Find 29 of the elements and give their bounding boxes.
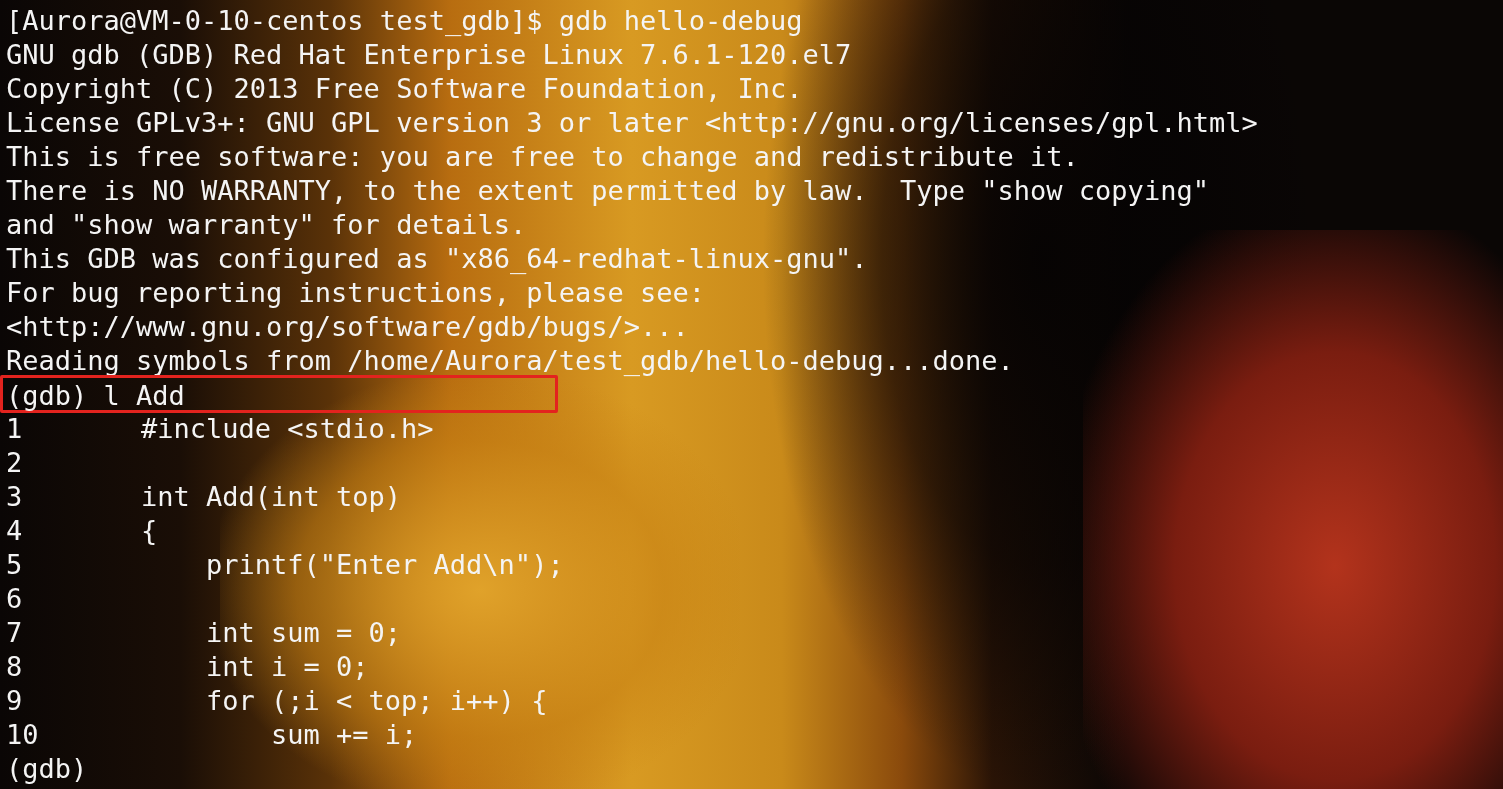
terminal-line: GNU gdb (GDB) Red Hat Enterprise Linux 7.6.1-120.el7 [6,38,852,72]
line-number: 5 [6,548,24,582]
line-number: 10 [6,718,40,752]
code-line: sum += i; [270,718,418,752]
code-line: int i = 0; [205,650,369,684]
code-line: #include <stdio.h> [141,412,434,446]
code-line: int Add(int top) [141,480,402,514]
terminal-line: This is free software: you are free to change and redistribute it. [6,140,1079,174]
code-line: printf("Enter Add\n"); [205,548,564,582]
line-number: 1 [6,412,24,446]
terminal-line: There is NO WARRANTY, to the extent permitted by law. Type "show copying" [6,174,1209,208]
terminal-line: <http://www.gnu.org/software/gdb/bugs/>... [6,310,689,344]
terminal-line: [Aurora@VM-0-10-centos test_gdb]$ gdb hello-debug [6,4,803,38]
terminal-line: (gdb) [6,752,88,786]
line-number: 2 [6,446,24,480]
code-line: int sum = 0; [205,616,402,650]
terminal-line: This GDB was configured as "x86_64-redhat-linux-gnu". [6,242,868,276]
highlighted-command: (gdb) l Add [0,375,558,413]
code-line: for (;i < top; i++) { [205,684,548,718]
line-number: 4 [6,514,24,548]
code-line: { [141,514,158,548]
terminal-line: For bug reporting instructions, please see: [6,276,705,310]
line-number: 7 [6,616,24,650]
line-number: 8 [6,650,24,684]
line-number: 9 [6,684,24,718]
line-number: 6 [6,582,24,616]
line-number: 3 [6,480,24,514]
terminal-line: Copyright (C) 2013 Free Software Foundation, Inc. [6,72,803,106]
terminal-line: and "show warranty" for details. [6,208,527,242]
